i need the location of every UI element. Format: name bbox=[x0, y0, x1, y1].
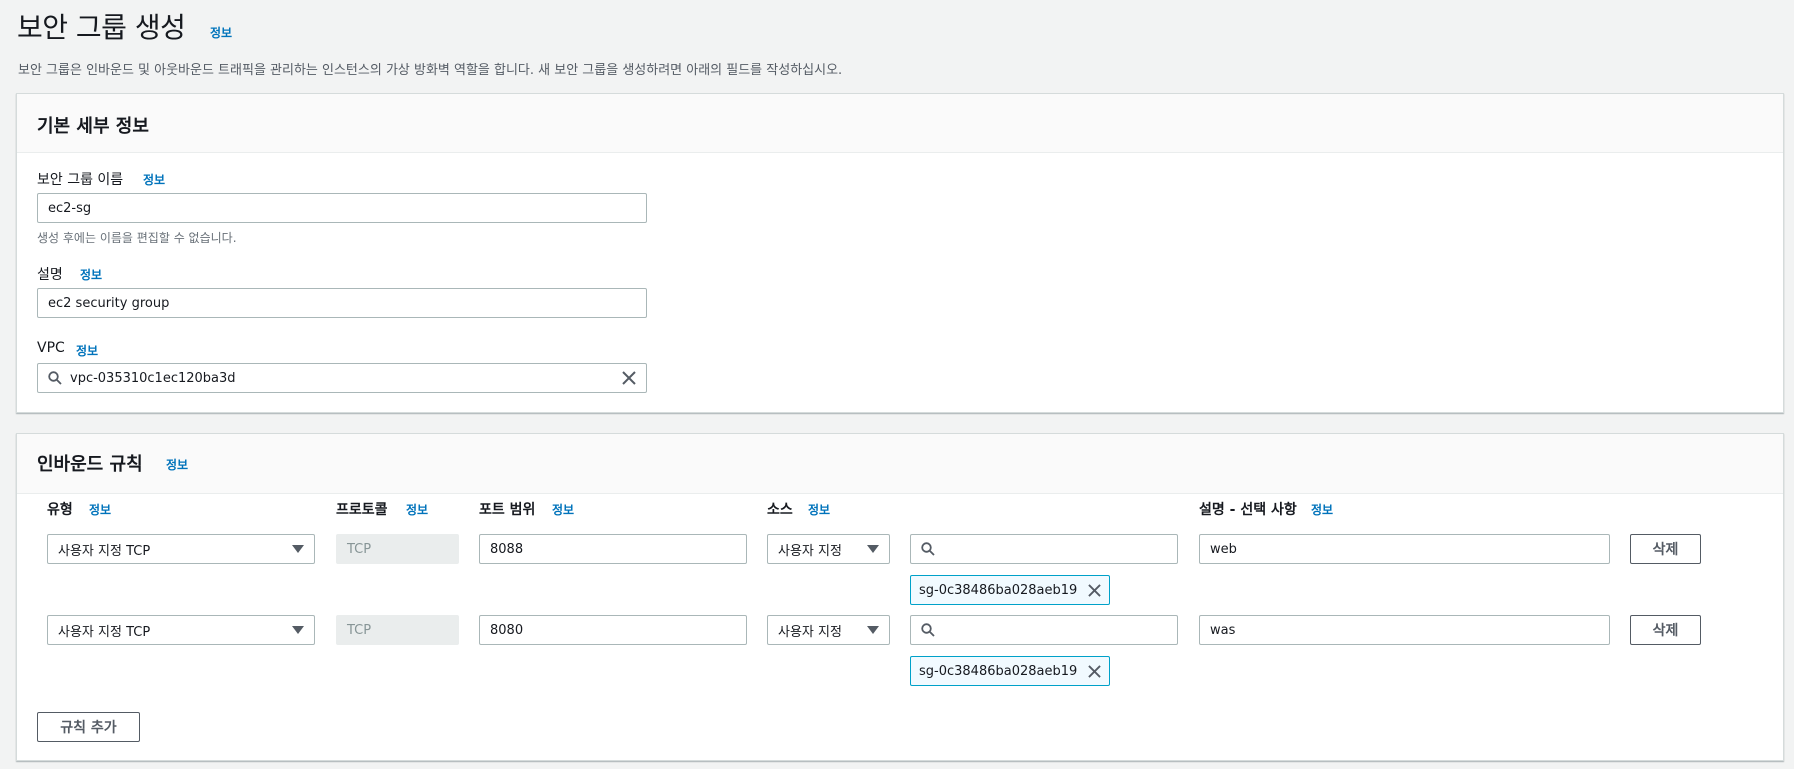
source-token-label: sg-0c38486ba028aeb19 bbox=[919, 663, 1078, 679]
col-source-info-link[interactable]: 정보 bbox=[808, 501, 830, 518]
rule-protocol-field: TCP bbox=[336, 534, 459, 564]
rule-type-value: 사용자 지정 TCP bbox=[58, 624, 151, 640]
inbound-rules-header: 인바운드 규칙 정보 bbox=[17, 434, 1783, 494]
col-protocol-info-link[interactable]: 정보 bbox=[406, 501, 428, 518]
caret-down-icon bbox=[867, 545, 879, 553]
basic-details-header: 기본 세부 정보 bbox=[17, 94, 1783, 153]
page-title: 보안 그룹 생성 bbox=[17, 11, 186, 44]
rule-port-input[interactable]: 8088 bbox=[479, 534, 747, 564]
basic-details-title: 기본 세부 정보 bbox=[37, 116, 149, 137]
rule-description-value: web bbox=[1210, 541, 1237, 557]
basic-details-panel: 기본 세부 정보 보안 그룹 이름 정보 ec2-sg 생성 후에는 이름을 편… bbox=[16, 93, 1784, 413]
description-info-link[interactable]: 정보 bbox=[80, 266, 102, 283]
close-icon[interactable] bbox=[1088, 664, 1101, 678]
rule-source-search-input[interactable] bbox=[910, 534, 1178, 564]
description-value: ec2 security group bbox=[48, 295, 170, 311]
rule-protocol-field: TCP bbox=[336, 615, 459, 645]
page-description: 보안 그룹은 인바운드 및 아웃바운드 트래픽을 관리하는 인스턴스의 가상 방… bbox=[18, 63, 843, 78]
inbound-rule-row: 사용자 지정 TCP TCP 8088 사용자 지정 web 삭제 sg-0c3… bbox=[17, 534, 1785, 605]
col-port-info-link[interactable]: 정보 bbox=[552, 501, 574, 518]
sg-name-hint: 생성 후에는 이름을 편집할 수 없습니다. bbox=[37, 231, 237, 245]
search-icon bbox=[921, 542, 935, 556]
source-token-label: sg-0c38486ba028aeb19 bbox=[919, 582, 1078, 598]
rule-source-select[interactable]: 사용자 지정 bbox=[767, 615, 890, 645]
rule-protocol-value: TCP bbox=[347, 541, 372, 557]
rule-source-value: 사용자 지정 bbox=[778, 543, 842, 559]
delete-rule-button[interactable]: 삭제 bbox=[1630, 534, 1701, 564]
rule-type-select[interactable]: 사용자 지정 TCP bbox=[47, 615, 315, 645]
rule-description-value: was bbox=[1210, 622, 1236, 638]
rule-type-select[interactable]: 사용자 지정 TCP bbox=[47, 534, 315, 564]
vpc-info-link[interactable]: 정보 bbox=[76, 342, 98, 359]
inbound-rules-panel: 인바운드 규칙 정보 유형 정보 프로토콜 정보 포트 범위 정보 소스 정보 … bbox=[16, 433, 1784, 761]
rule-description-input[interactable]: web bbox=[1199, 534, 1610, 564]
close-icon[interactable] bbox=[622, 371, 636, 385]
sg-name-info-link[interactable]: 정보 bbox=[143, 171, 165, 188]
rule-source-select[interactable]: 사용자 지정 bbox=[767, 534, 890, 564]
search-icon bbox=[921, 623, 935, 637]
col-port-header: 포트 범위 bbox=[479, 502, 536, 518]
rule-port-value: 8088 bbox=[490, 541, 524, 557]
rule-source-search-input[interactable] bbox=[910, 615, 1178, 645]
rule-description-input[interactable]: was bbox=[1199, 615, 1610, 645]
source-token: sg-0c38486ba028aeb19 bbox=[910, 575, 1110, 605]
inbound-rule-row: 사용자 지정 TCP TCP 8080 사용자 지정 was 삭제 sg-0c3… bbox=[17, 615, 1785, 686]
delete-rule-button[interactable]: 삭제 bbox=[1630, 615, 1701, 645]
page-title-info-link[interactable]: 정보 bbox=[210, 24, 232, 41]
col-description-header: 설명 - 선택 사항 bbox=[1199, 502, 1297, 518]
sg-name-value: ec2-sg bbox=[48, 200, 92, 216]
inbound-rules-info-link[interactable]: 정보 bbox=[166, 456, 188, 473]
sg-name-input[interactable]: ec2-sg bbox=[37, 193, 647, 223]
col-protocol-header: 프로토콜 bbox=[336, 502, 388, 518]
inbound-rules-title: 인바운드 규칙 bbox=[37, 454, 143, 475]
rule-type-value: 사용자 지정 TCP bbox=[58, 543, 151, 559]
description-label: 설명 bbox=[37, 267, 63, 283]
source-token: sg-0c38486ba028aeb19 bbox=[910, 656, 1110, 686]
rule-source-value: 사용자 지정 bbox=[778, 624, 842, 640]
caret-down-icon bbox=[292, 626, 304, 634]
close-icon[interactable] bbox=[1088, 583, 1101, 597]
description-input[interactable]: ec2 security group bbox=[37, 288, 647, 318]
vpc-label: VPC bbox=[37, 340, 65, 356]
search-icon bbox=[48, 371, 62, 385]
rule-port-input[interactable]: 8080 bbox=[479, 615, 747, 645]
sg-name-label: 보안 그룹 이름 bbox=[37, 172, 124, 188]
rule-protocol-value: TCP bbox=[347, 622, 372, 638]
add-rule-button[interactable]: 규칙 추가 bbox=[37, 712, 140, 742]
caret-down-icon bbox=[292, 545, 304, 553]
col-type-header: 유형 bbox=[47, 502, 73, 518]
col-description-info-link[interactable]: 정보 bbox=[1311, 501, 1333, 518]
vpc-input[interactable]: vpc-035310c1ec120ba3d bbox=[37, 363, 647, 393]
col-type-info-link[interactable]: 정보 bbox=[89, 501, 111, 518]
col-source-header: 소스 bbox=[767, 502, 793, 518]
rule-port-value: 8080 bbox=[490, 622, 524, 638]
vpc-value: vpc-035310c1ec120ba3d bbox=[70, 370, 236, 386]
caret-down-icon bbox=[867, 626, 879, 634]
